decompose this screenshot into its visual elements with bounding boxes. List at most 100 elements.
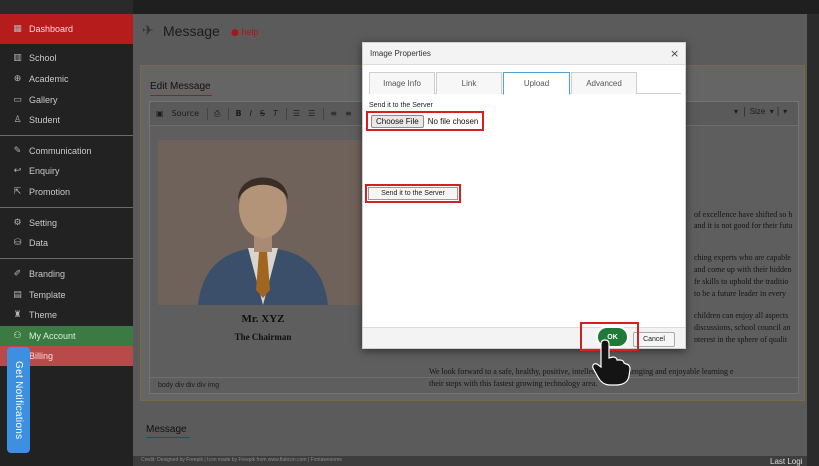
- sidebar-item-template[interactable]: ▤ Template: [0, 285, 133, 305]
- sidebar-item-label: Data: [29, 238, 49, 248]
- sidebar-item-label: Promotion: [29, 187, 71, 197]
- body-text-line: discussions, school council an: [694, 323, 791, 332]
- pointing-hand-icon: [592, 339, 631, 386]
- sidebar-item-label: Theme: [29, 310, 58, 320]
- close-icon[interactable]: ×: [670, 47, 679, 60]
- cancel-button[interactable]: Cancel: [633, 332, 675, 347]
- image-icon: ▭: [13, 95, 22, 105]
- get-notifications-label: Get Notifications: [13, 360, 24, 440]
- database-icon: ⛁: [13, 238, 22, 248]
- tab-link[interactable]: Link: [436, 72, 502, 94]
- bold-icon[interactable]: B: [235, 109, 241, 118]
- message-heading: Message: [146, 424, 187, 435]
- sidebar-item-label: Student: [29, 115, 61, 125]
- edit-message-heading: Edit Message: [150, 81, 211, 92]
- bullet-list-icon[interactable]: ☰: [308, 109, 315, 118]
- pen-icon: ✎: [13, 146, 22, 156]
- send-to-server-button[interactable]: Send it to the Server: [368, 187, 458, 200]
- body-text-line: children can enjoy all aspects: [694, 311, 789, 320]
- sidebar-item-gallery[interactable]: ▭ Gallery: [0, 90, 133, 110]
- sidebar-item-label: Communication: [29, 146, 92, 156]
- sidebar-divider: [0, 258, 133, 259]
- user-icon: ♙: [13, 115, 22, 125]
- chairman-photo[interactable]: [158, 140, 368, 305]
- help-icon: ●: [231, 28, 239, 38]
- align-left-icon[interactable]: ≡: [330, 109, 337, 118]
- choose-file-button[interactable]: Choose File: [371, 114, 424, 128]
- sidebar-item-my-account[interactable]: ⚇ My Account: [0, 326, 133, 346]
- dialog-title: Image Properties: [370, 49, 431, 58]
- sidebar-item-theme[interactable]: ♜ Theme: [0, 305, 133, 325]
- sidebar-item-academic[interactable]: ⊕ Academic: [0, 69, 133, 89]
- tab-advanced[interactable]: Advanced: [571, 72, 637, 94]
- source-button[interactable]: Source: [172, 109, 199, 118]
- help-label: help: [241, 27, 259, 37]
- body-text-line: nterest in the sphere of qualit: [694, 335, 788, 344]
- heading-underline: [146, 437, 190, 438]
- account-icon: ⚇: [13, 331, 22, 341]
- sidebar-item-dashboard[interactable]: ▦ Dashboard: [0, 14, 133, 44]
- sidebar-item-setting[interactable]: ⚙ Setting: [0, 213, 133, 233]
- sidebar-item-label: Billing: [29, 351, 54, 361]
- source-icon[interactable]: ▣: [156, 109, 164, 118]
- footer-credit: Credit: Designed by Freepik | Icon made …: [141, 457, 343, 463]
- help-link[interactable]: ● help: [231, 27, 258, 38]
- building-icon: ▥: [13, 53, 22, 63]
- sidebar-divider: [0, 135, 133, 136]
- template-icon: ▤: [13, 290, 22, 300]
- body-text-line: and come up with their hidden: [694, 265, 792, 274]
- paper-plane-icon: ✈: [142, 23, 154, 39]
- scrollbar[interactable]: [807, 14, 819, 466]
- strike-icon[interactable]: S: [260, 109, 265, 118]
- sidebar-item-promotion[interactable]: ⇱ Promotion: [0, 182, 133, 202]
- sidebar-item-school[interactable]: ▥ School: [0, 48, 133, 68]
- theme-icon: ♜: [13, 310, 22, 320]
- image-properties-dialog: Image Properties × Image Info Link Uploa…: [362, 42, 686, 349]
- sidebar-item-label: School: [29, 53, 57, 63]
- heading-underline: [150, 95, 212, 96]
- print-icon[interactable]: ⎙: [214, 109, 220, 119]
- size-dropdown[interactable]: ▾ │ Size ▾ │ ▾: [734, 107, 787, 116]
- sidebar-item-label: Academic: [29, 74, 69, 84]
- upload-label: Send it to the Server: [369, 102, 433, 109]
- file-input[interactable]: Choose File No file chosen: [366, 111, 484, 131]
- clear-format-icon[interactable]: T: [273, 109, 278, 118]
- body-text-line: We look forward to a safe, healthy, posi…: [429, 367, 734, 376]
- tab-image-info[interactable]: Image Info: [369, 72, 435, 94]
- body-text-line: to be a future leader in every: [694, 289, 786, 298]
- no-file-text: No file chosen: [427, 116, 479, 126]
- sidebar-item-label: Enquiry: [29, 166, 60, 176]
- top-strip: [133, 0, 819, 14]
- sidebar-item-branding[interactable]: ✐ Branding: [0, 264, 133, 284]
- body-text-line: fe skills to uphold the traditio: [694, 277, 789, 286]
- sidebar-item-data[interactable]: ⛁ Data: [0, 233, 133, 253]
- numbered-list-icon[interactable]: ☰: [293, 109, 300, 118]
- toolbar-separator: [323, 107, 325, 120]
- sidebar-item-label: Branding: [29, 269, 66, 279]
- tab-upload[interactable]: Upload: [503, 72, 570, 95]
- toolbar-separator: [207, 107, 209, 120]
- align-center-icon[interactable]: ≡: [345, 109, 352, 118]
- sidebar-item-label: Gallery: [29, 95, 58, 105]
- sidebar-item-label: Dashboard: [29, 24, 74, 34]
- toolbar-separator: [228, 107, 230, 120]
- sidebar-item-student[interactable]: ♙ Student: [0, 110, 133, 130]
- size-label: Size: [749, 107, 766, 116]
- sidebar-item-communication[interactable]: ✎ Communication: [0, 141, 133, 161]
- sidebar-item-label: Setting: [29, 218, 58, 228]
- toolbar-separator: [285, 107, 287, 120]
- dialog-tabs: Image Info Link Upload Advanced: [369, 72, 681, 95]
- page-title: Message: [163, 23, 220, 39]
- italic-icon[interactable]: I: [250, 109, 252, 118]
- share-icon: ⇱: [13, 187, 22, 197]
- footer: Credit: Designed by Freepik | Icon made …: [133, 456, 807, 466]
- body-text-line: ching experts who are capable: [694, 253, 791, 262]
- dialog-body: Send it to the Server Choose File No fil…: [363, 95, 685, 327]
- gear-icon: ⚙: [13, 218, 22, 228]
- get-notifications-tab[interactable]: Get Notifications: [7, 347, 30, 453]
- app-frame: ▦ Dashboard ▥ School ⊕ Academic ▭ Galler…: [0, 0, 819, 466]
- sidebar-item-enquiry[interactable]: ↩ Enquiry: [0, 161, 133, 181]
- sidebar-divider: [0, 207, 133, 208]
- dialog-header: Image Properties ×: [363, 43, 685, 65]
- send-to-server-highlight: Send it to the Server: [365, 184, 461, 203]
